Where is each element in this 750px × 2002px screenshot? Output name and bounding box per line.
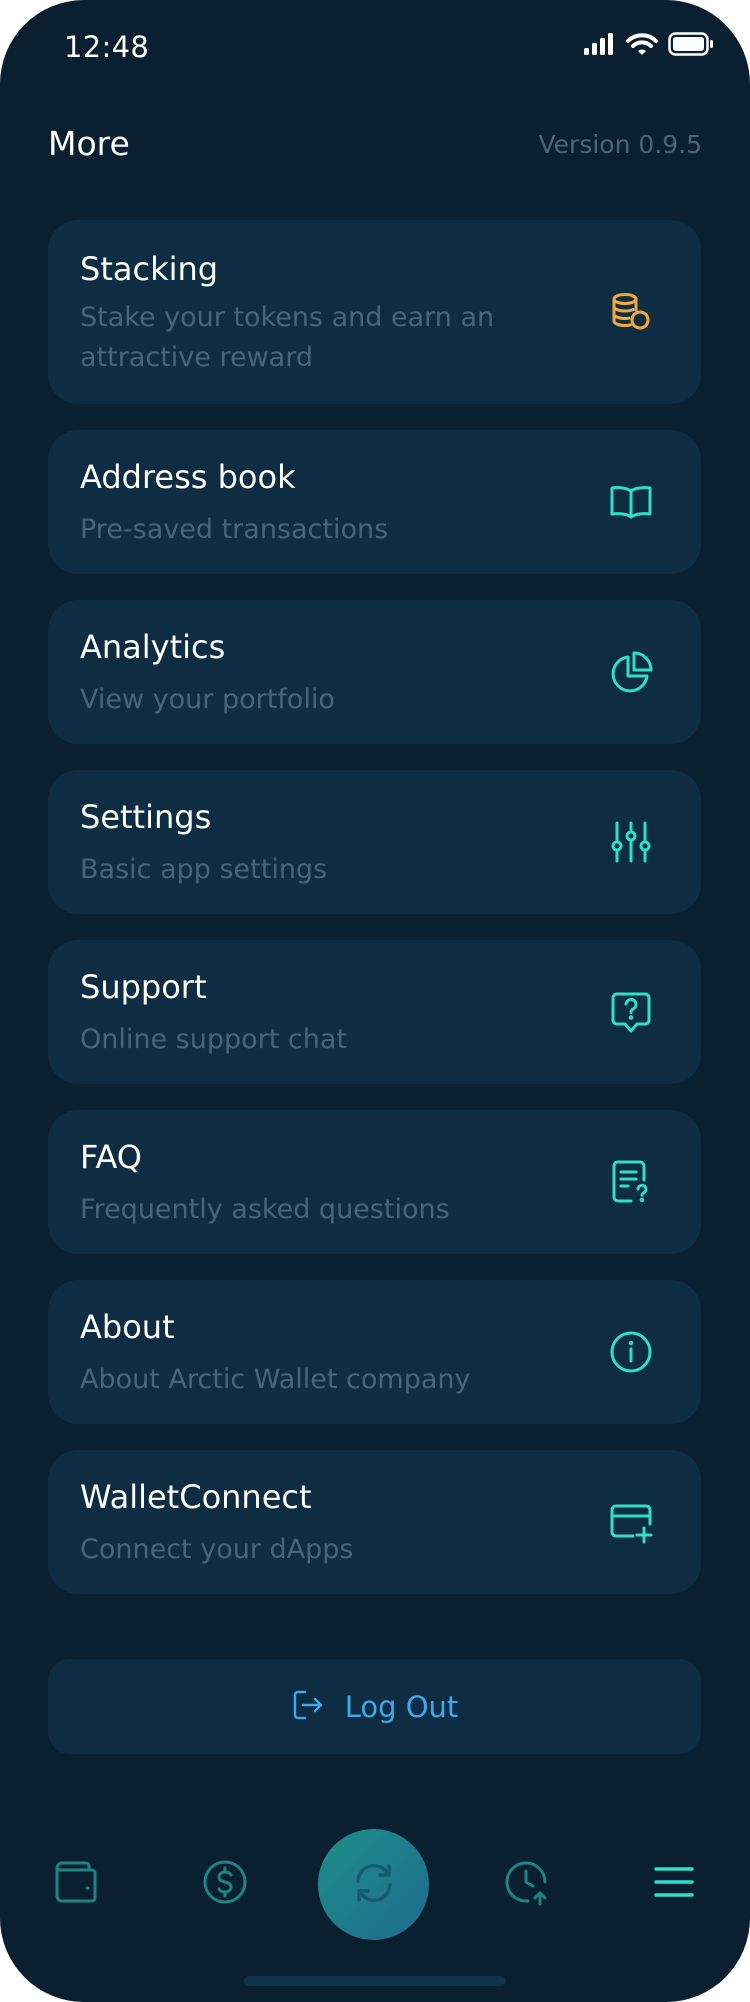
nav-wallet[interactable] [52,1858,100,1906]
battery-icon [668,32,714,60]
menu-item-subtitle: View your portfolio [80,684,335,715]
menu-list: Stacking Stake your tokens and earn an a… [48,220,701,1620]
help-chat-icon [607,988,655,1036]
wifi-icon [626,32,658,60]
swap-icon [350,1859,398,1911]
book-icon [607,478,655,526]
faq-document-icon [607,1158,655,1206]
menu-item-subtitle: Connect your dApps [80,1534,354,1565]
page-title: More [48,124,130,163]
menu-item-subtitle: Frequently asked questions [80,1194,450,1225]
wallet-icon [52,1858,100,1906]
info-icon [607,1328,655,1376]
menu-item-title: FAQ [80,1138,142,1176]
nav-dollar[interactable] [201,1858,249,1906]
menu-item-address-book[interactable]: Address book Pre-saved transactions [48,430,701,574]
logout-icon [291,1688,325,1726]
menu-item-faq[interactable]: FAQ Frequently asked questions [48,1110,701,1254]
sliders-icon [607,818,655,866]
menu-item-title: About [80,1308,175,1346]
menu-item-settings[interactable]: Settings Basic app settings [48,770,701,914]
menu-item-about[interactable]: About About Arctic Wallet company [48,1280,701,1424]
coins-icon [607,288,655,336]
logout-label: Log Out [344,1689,459,1724]
menu-item-title: Settings [80,798,212,836]
menu-item-title: Support [80,968,207,1006]
status-icons [584,32,714,60]
menu-item-subtitle: Pre-saved transactions [80,514,389,545]
logout-button[interactable]: Log Out [48,1659,701,1754]
menu-item-title: WalletConnect [80,1478,312,1516]
menu-item-walletconnect[interactable]: WalletConnect Connect your dApps [48,1450,701,1594]
pie-chart-icon [607,648,655,696]
phone-screen: 12:48 More Version 0.9.5 Stacking Stake … [0,0,750,2002]
menu-item-title: Stacking [80,250,219,288]
card-add-icon [607,1498,655,1546]
menu-item-title: Analytics [80,628,226,666]
version-label: Version 0.9.5 [538,130,703,159]
history-icon [502,1858,550,1906]
menu-item-subtitle: Online support chat [80,1024,348,1055]
signal-icon [584,33,616,59]
dollar-icon [201,1858,249,1906]
nav-menu[interactable] [650,1858,698,1906]
menu-item-support[interactable]: Support Online support chat [48,940,701,1084]
home-indicator[interactable] [244,1976,506,1986]
menu-icon [650,1858,698,1906]
menu-item-analytics[interactable]: Analytics View your portfolio [48,600,701,744]
nav-swap[interactable] [318,1829,429,1940]
menu-item-title: Address book [80,458,296,496]
menu-item-subtitle: Basic app settings [80,854,328,885]
menu-item-subtitle: About Arctic Wallet company [80,1364,471,1395]
nav-history[interactable] [502,1858,550,1906]
status-time: 12:48 [64,30,150,64]
menu-item-subtitle: Stake your tokens and earn an attractive… [80,302,495,373]
menu-item-stacking[interactable]: Stacking Stake your tokens and earn an a… [48,220,701,404]
